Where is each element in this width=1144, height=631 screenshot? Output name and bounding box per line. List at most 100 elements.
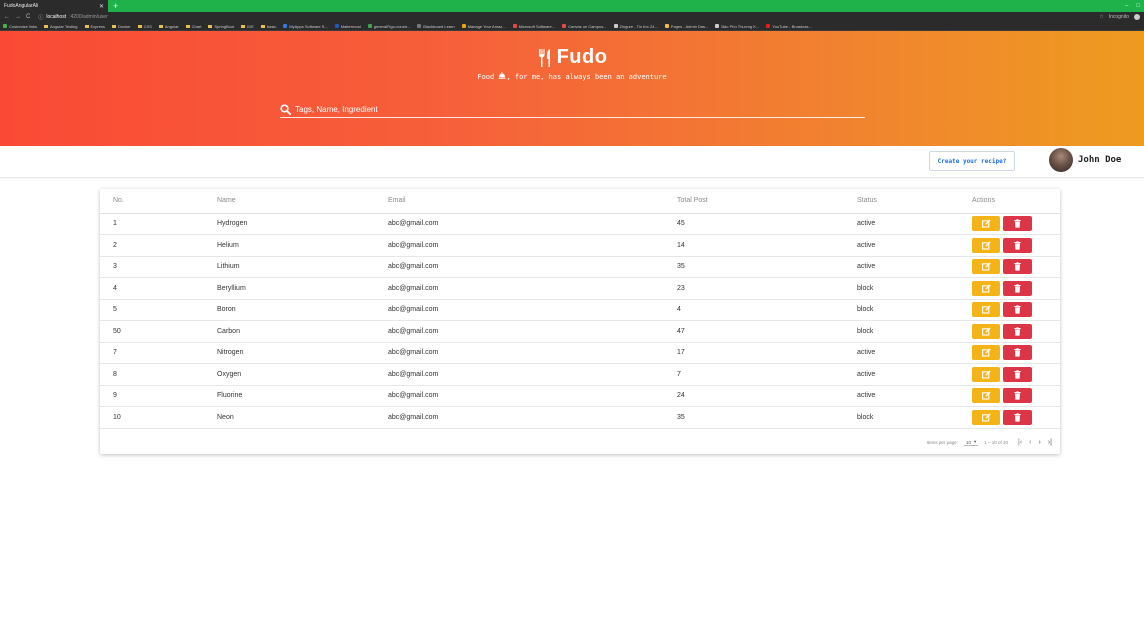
cell-email: abc@gmail.com (388, 299, 677, 321)
bookmark-item[interactable]: generalFigo-constr... (367, 23, 411, 29)
delete-button[interactable] (1003, 216, 1032, 232)
delete-button[interactable] (1003, 280, 1032, 296)
cell-actions (972, 385, 1060, 407)
bookmark-item[interactable]: SpringBoot (208, 24, 234, 29)
bookmark-star-icon[interactable]: ☆ (1099, 14, 1103, 20)
search-input[interactable] (295, 105, 835, 114)
table-row: 10 Neon abc@gmail.com 35 block (100, 406, 1060, 429)
bookmark-item[interactable]: YouTube - Broadcas... (766, 24, 812, 29)
cell-status: active (857, 363, 972, 386)
edit-button[interactable] (972, 302, 1000, 318)
cell-total-post: 47 (677, 320, 857, 343)
edit-button[interactable] (972, 237, 1000, 253)
delete-button[interactable] (1003, 388, 1032, 404)
previous-page-icon[interactable]: ‹ (1029, 439, 1031, 446)
bookmark-item[interactable]: Express (84, 24, 105, 29)
page-size-select[interactable]: 10 ▾ (963, 439, 979, 446)
cell-actions (972, 320, 1060, 343)
incognito-icon[interactable] (1134, 14, 1140, 20)
edit-button[interactable] (972, 259, 1000, 275)
info-icon[interactable]: ⓘ (38, 14, 43, 21)
first-page-icon[interactable]: |‹ (1018, 439, 1022, 446)
page-range-label: 1 – 10 of 20 (984, 440, 1008, 445)
bookmark-item[interactable]: Angular (158, 24, 179, 29)
trash-icon (1014, 345, 1021, 360)
bookmark-item[interactable]: IDE (241, 24, 254, 29)
url-field[interactable]: ⓘ localhost:4200/admin/user (38, 14, 107, 21)
minimize-icon[interactable]: – (1125, 0, 1128, 12)
cell-status: active (857, 256, 972, 278)
cell-no: 1 (100, 213, 217, 235)
bookmark-item[interactable]: Blackboard Learn (417, 24, 455, 29)
table-row: 3 Lithium abc@gmail.com 35 active (100, 256, 1060, 278)
col-header-no: No. (100, 189, 217, 214)
delete-button[interactable] (1003, 323, 1032, 339)
cell-actions (972, 277, 1060, 300)
tagline-start: Food (477, 73, 495, 81)
tab-close-icon[interactable]: ✕ (99, 3, 104, 10)
cell-total-post: 7 (677, 363, 857, 386)
bookmark-label: generalFigo-constr... (373, 23, 411, 29)
delete-button[interactable] (1003, 259, 1032, 275)
delete-button[interactable] (1003, 302, 1032, 318)
delete-button[interactable] (1003, 237, 1032, 253)
cell-total-post: 14 (677, 234, 857, 257)
bookmark-item[interactable]: Manage Your Amaz... (461, 24, 506, 29)
forward-icon[interactable]: → (15, 14, 21, 20)
next-page-icon[interactable]: › (1039, 439, 1041, 446)
create-recipe-button[interactable]: Create your recipe? (929, 151, 1015, 171)
bookmark-item[interactable]: Microsoft Software... (512, 24, 555, 29)
cell-status: block (857, 277, 972, 300)
bookmark-item[interactable]: Chart (185, 24, 201, 29)
tagline-end: , for me, has always been an adventure (506, 73, 667, 81)
user-profile[interactable]: John Doe (1049, 148, 1121, 172)
edit-button[interactable] (972, 388, 1000, 404)
back-icon[interactable]: ← (4, 14, 10, 20)
trash-icon (1014, 324, 1021, 339)
new-tab-icon[interactable]: + (113, 0, 118, 12)
edit-button[interactable] (972, 216, 1000, 232)
bookmark-item[interactable]: Mattermost (334, 24, 361, 29)
bookmark-item[interactable]: Pages - Admin Das... (664, 24, 708, 29)
col-header-email: Email (388, 189, 677, 214)
search-icon[interactable] (280, 104, 291, 115)
bookmark-item[interactable]: Docker (111, 24, 131, 29)
delete-button[interactable] (1003, 345, 1032, 361)
cell-email: abc@gmail.com (388, 320, 677, 343)
edit-button[interactable] (972, 323, 1000, 339)
bookmark-item[interactable]: CSS (137, 24, 152, 29)
folder-icon (111, 24, 116, 28)
cell-status: active (857, 342, 972, 364)
edit-icon (981, 324, 991, 339)
reload-icon[interactable]: C (26, 14, 30, 20)
browser-tab[interactable]: FudoAngularAli ✕ (0, 0, 108, 12)
cell-no: 2 (100, 234, 217, 257)
delete-button[interactable] (1003, 366, 1032, 382)
edit-button[interactable] (972, 280, 1000, 296)
table-header-row: No. Name Email Total Post Status Actions (100, 189, 1060, 214)
bookmark-item[interactable]: MyApps Software S... (283, 24, 328, 29)
last-page-icon[interactable]: ›| (1048, 439, 1052, 446)
cell-actions (972, 256, 1060, 278)
folder-icon (260, 24, 265, 28)
bookmark-item[interactable]: Zingure - Tin tức 24... (613, 24, 658, 29)
folder-icon (44, 24, 49, 28)
cell-total-post: 35 (677, 256, 857, 278)
bookmark-item[interactable]: basic (260, 24, 276, 29)
avatar[interactable] (1049, 148, 1073, 172)
trash-icon (1014, 216, 1021, 231)
bookmark-item[interactable]: Angular Testing (44, 24, 78, 29)
bookmark-item[interactable]: Customize links (3, 24, 37, 29)
delete-button[interactable] (1003, 409, 1032, 425)
table-row: 4 Beryllium abc@gmail.com 23 block (100, 277, 1060, 300)
maximize-icon[interactable]: □ (1136, 0, 1140, 12)
edit-button[interactable] (972, 366, 1000, 382)
bookmark-item[interactable]: Canvas on Campus... (562, 24, 607, 29)
edit-button[interactable] (972, 345, 1000, 361)
cell-name: Nitrogen (217, 342, 388, 364)
cell-email: abc@gmail.com (388, 385, 677, 407)
edit-button[interactable] (972, 409, 1000, 425)
bookmark-item[interactable]: Bảo Phú Thương K... (715, 24, 759, 29)
favicon-icon (613, 24, 618, 28)
cell-no: 3 (100, 256, 217, 278)
